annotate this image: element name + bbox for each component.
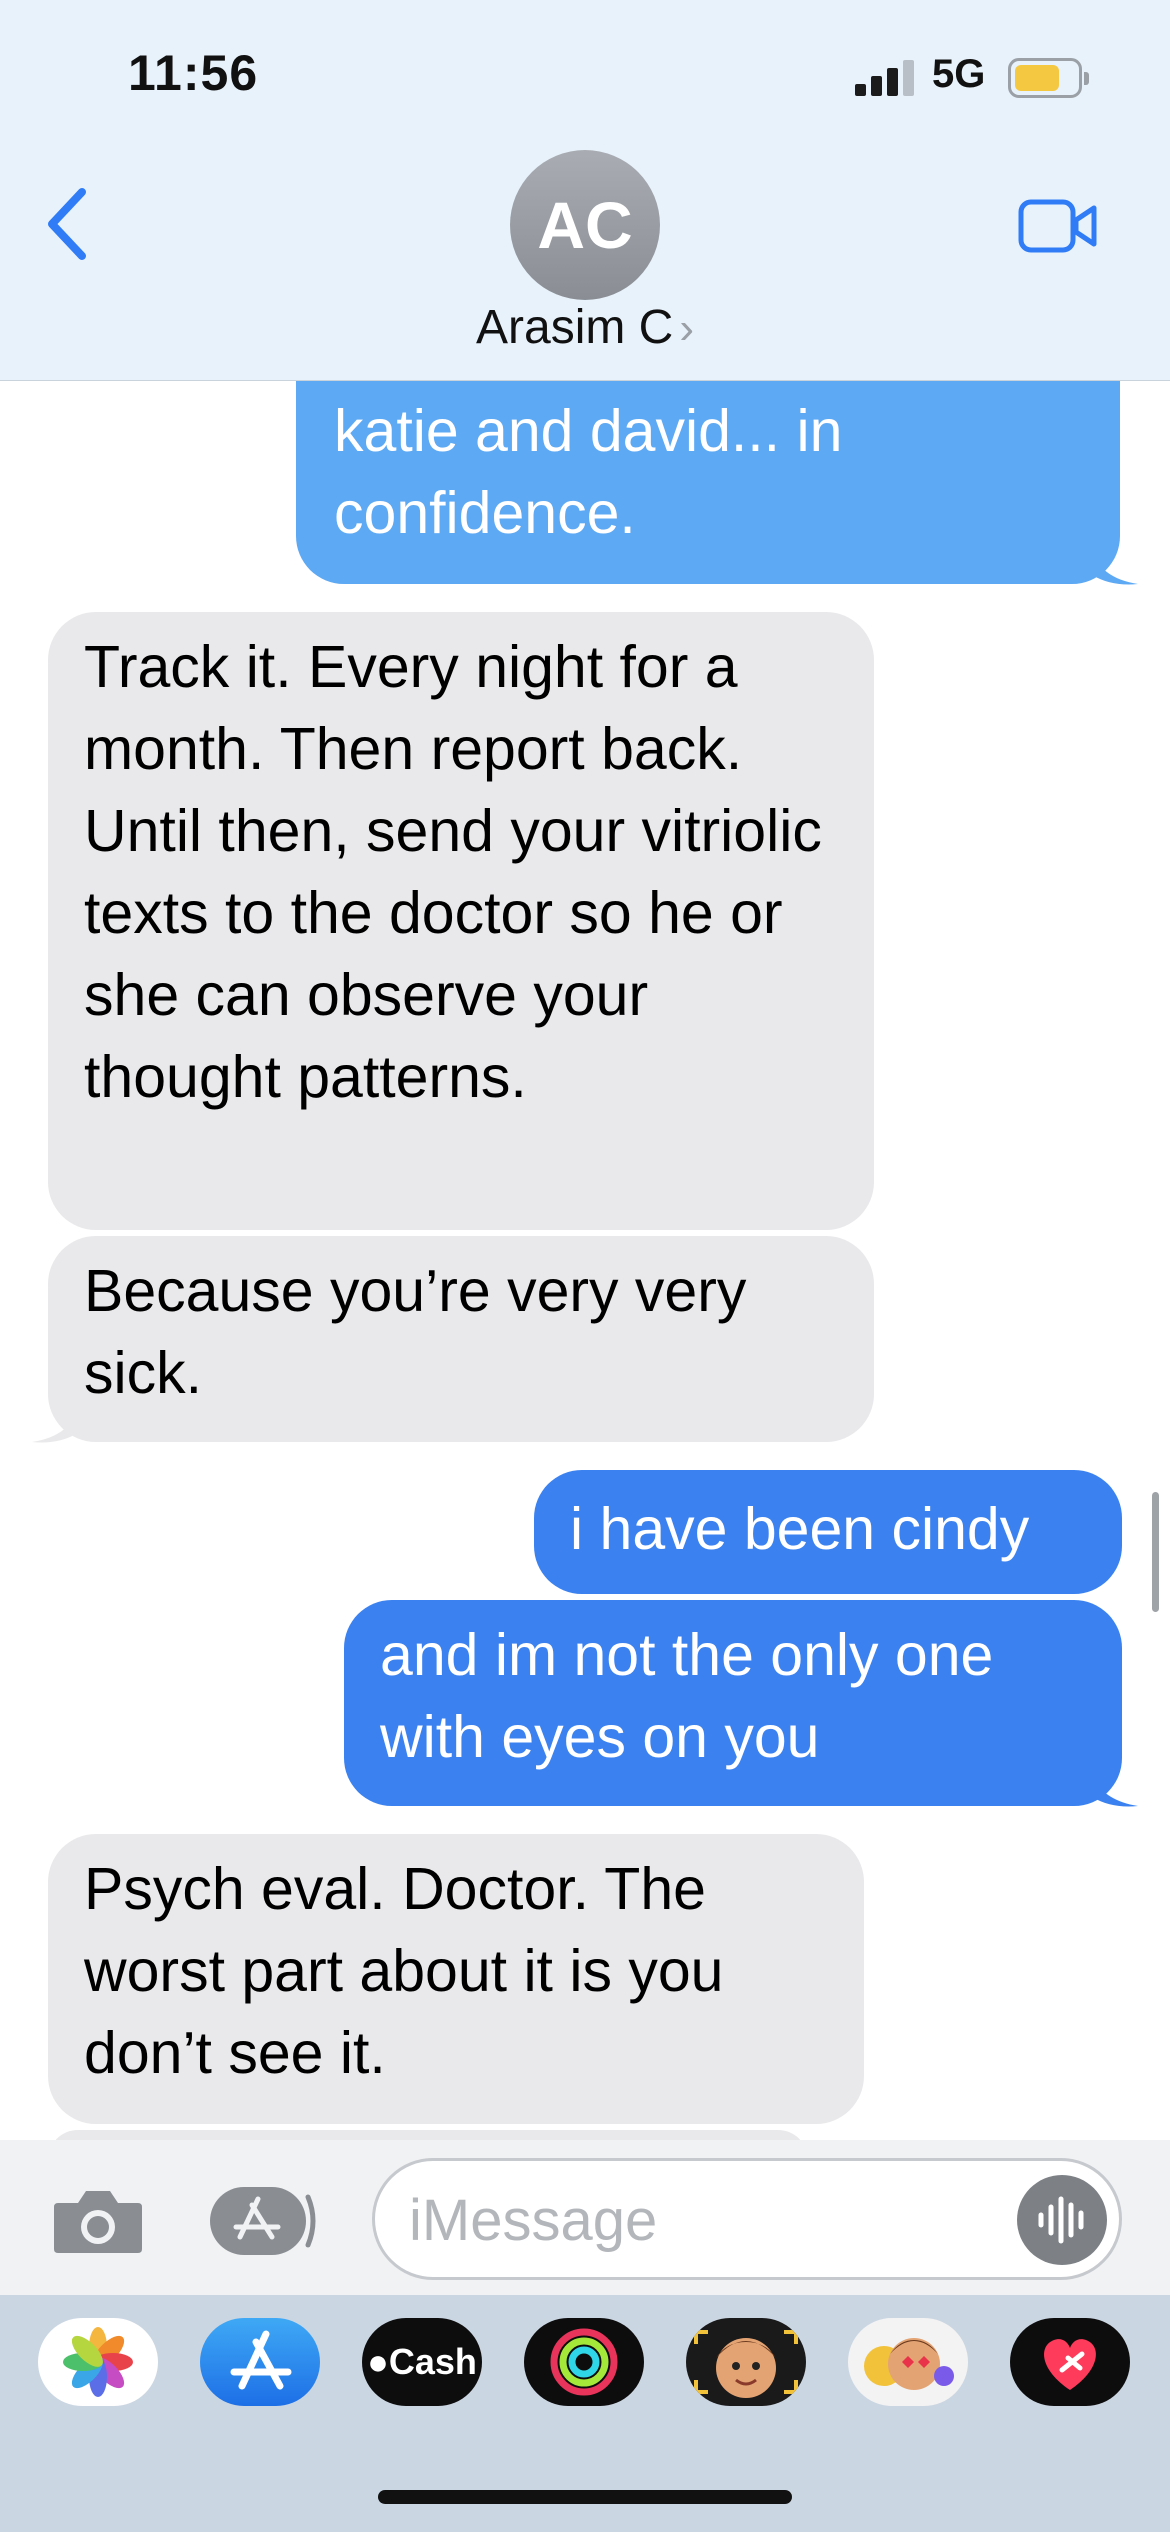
photos-app-icon[interactable] [38, 2318, 158, 2406]
bubble-tail [32, 1404, 80, 1443]
bubble-tail [1090, 546, 1138, 585]
message-bubble-incoming[interactable]: Because you’re very very sick. [48, 1236, 874, 1442]
scroll-indicator[interactable] [1152, 1492, 1159, 1612]
digital-touch-icon[interactable] [1010, 2318, 1130, 2406]
imessage-placeholder: iMessage [409, 2188, 658, 2253]
memoji-stickers-icon[interactable] [848, 2318, 968, 2406]
apple-cash-icon[interactable]: ●Cash [362, 2318, 482, 2406]
battery-icon [1008, 58, 1089, 98]
memoji-icon[interactable] [686, 2318, 806, 2406]
imessage-input[interactable]: iMessage [372, 2158, 1122, 2280]
signal-icon [855, 60, 915, 96]
bubble-tail [1090, 1768, 1138, 1807]
message-bubble-incoming[interactable]: Track it. Every night for a month. Then … [48, 612, 874, 1230]
message-bubble-outgoing[interactable]: i have been cindy [534, 1470, 1122, 1594]
contact-name-button[interactable]: Arasim C › [0, 300, 1170, 355]
app-store-icon[interactable] [200, 2318, 320, 2406]
message-bubble-incoming[interactable]: Psych eval. Doctor. The worst part about… [48, 1834, 864, 2124]
home-indicator[interactable] [378, 2490, 792, 2504]
facetime-video-icon[interactable] [1018, 196, 1098, 256]
activity-icon[interactable] [524, 2318, 644, 2406]
app-store-button-icon[interactable] [208, 2185, 318, 2257]
camera-icon[interactable] [52, 2187, 144, 2255]
apple-logo-icon: ● [367, 2341, 389, 2382]
status-time: 11:56 [128, 45, 259, 101]
message-bubble-outgoing[interactable]: and im not the only one with eyes on you [344, 1600, 1122, 1806]
conversation-header: 11:56 5G AC Arasim C › [0, 0, 1170, 381]
contact-name: Arasim C [476, 301, 674, 354]
avatar[interactable]: AC [510, 150, 660, 300]
chevron-right-icon: › [679, 304, 694, 353]
voice-dictation-icon[interactable] [1017, 2175, 1107, 2265]
back-chevron-icon[interactable] [42, 186, 94, 262]
network-type: 5G [932, 52, 986, 96]
